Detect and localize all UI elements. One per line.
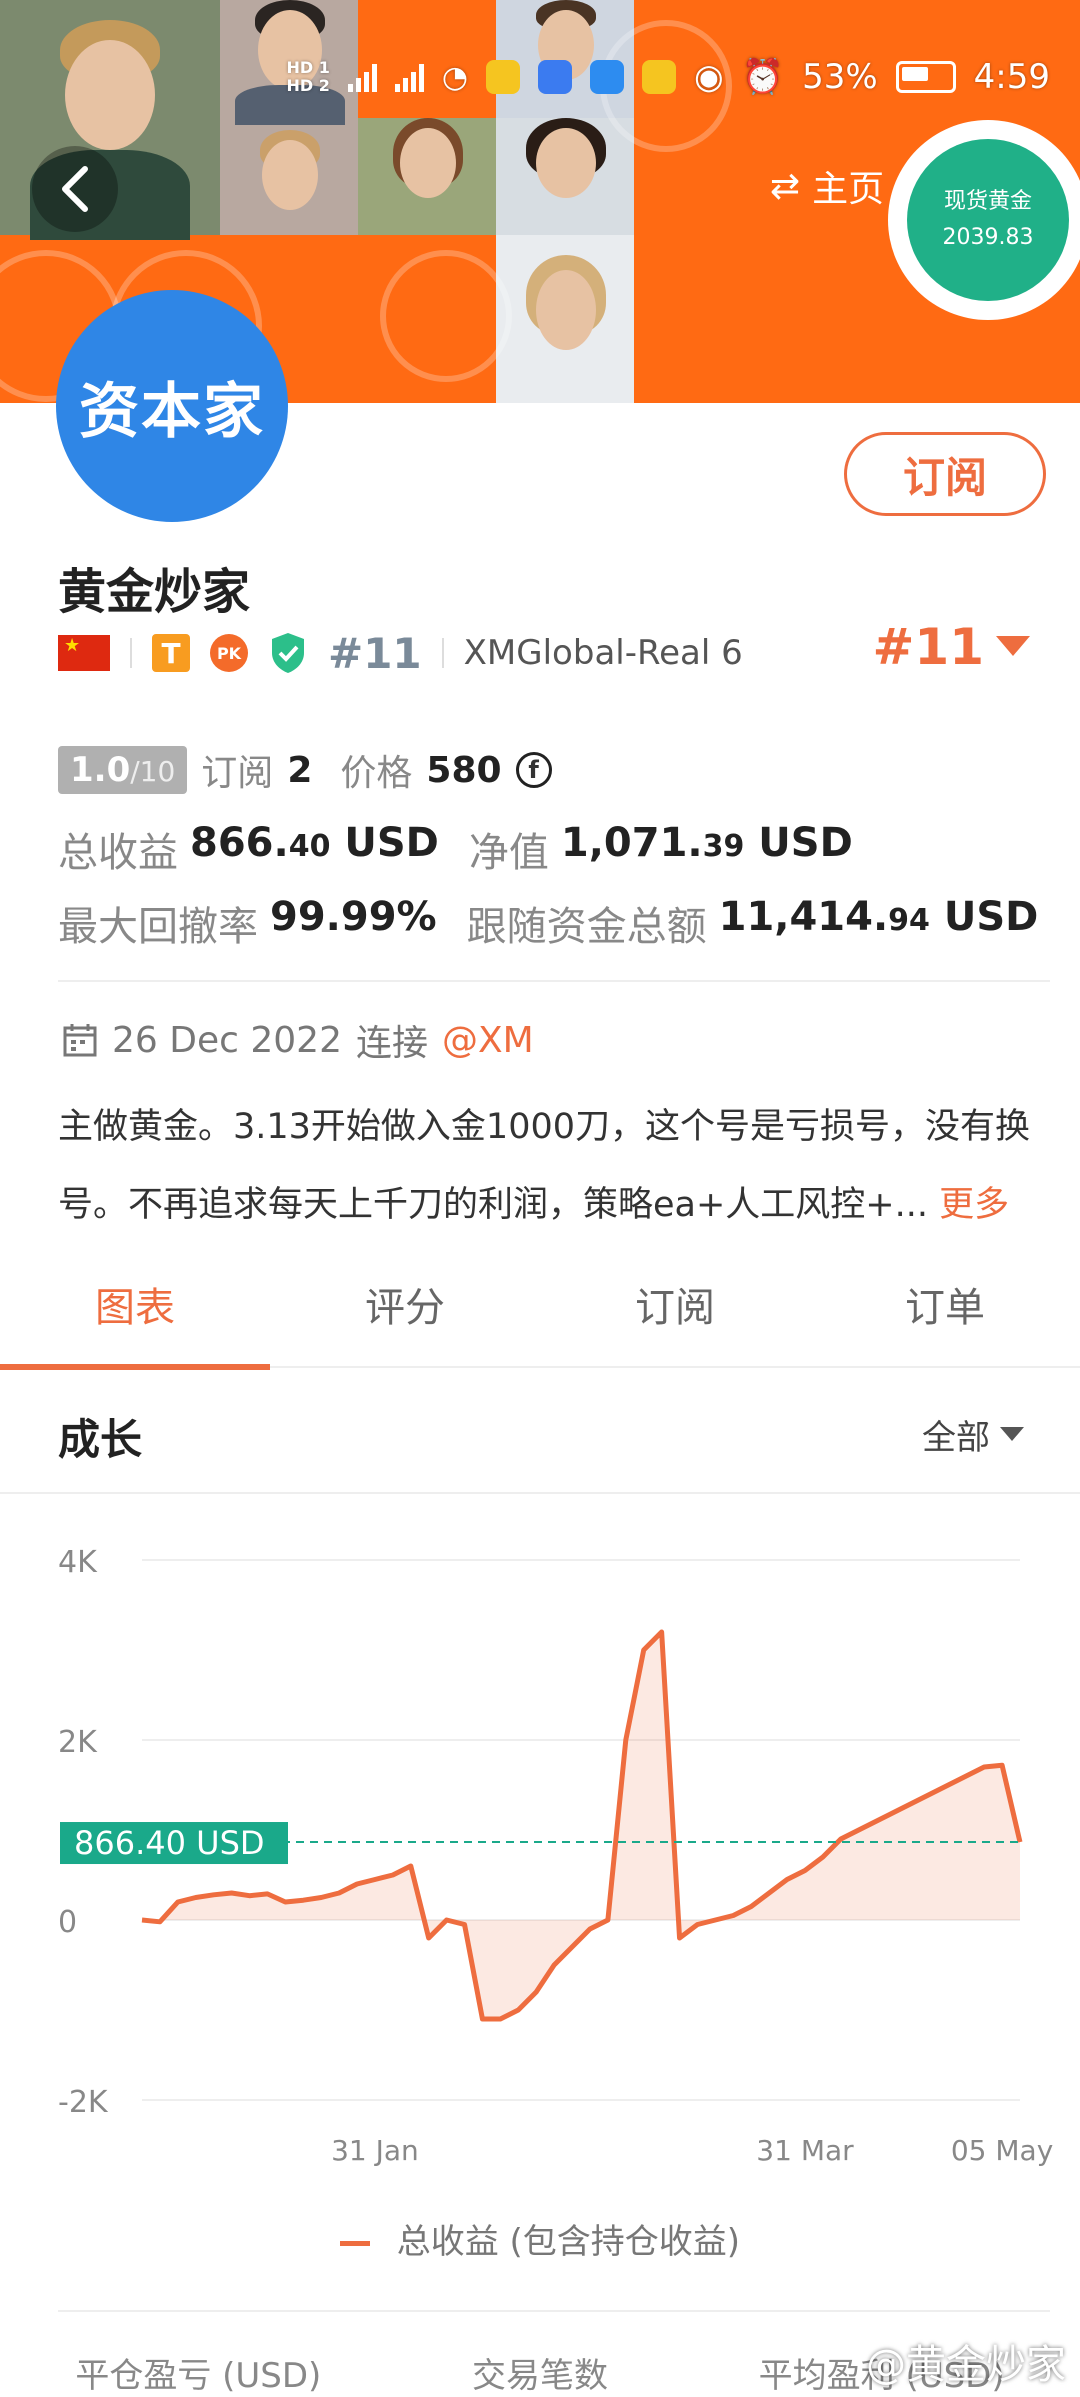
gold-badge-title: 现货黄金 <box>943 189 1032 214</box>
equity-value: 1,071.39 USD <box>560 820 853 866</box>
verified-shield-icon <box>272 633 304 673</box>
rank-right-value: #11 <box>872 618 984 676</box>
tab-chart[interactable]: 图表 <box>0 1262 270 1370</box>
avatar[interactable]: 资本家 <box>56 290 288 522</box>
score-badge: 1.0/10 <box>58 746 188 794</box>
profile-name: 黄金炒家 <box>58 564 251 620</box>
grid-app-icon <box>590 60 625 94</box>
hd-indicator: HD 1 HD 2 <box>286 58 330 95</box>
wifi-icon: ◔ <box>441 59 469 95</box>
broker-link[interactable]: @XM <box>442 1020 534 1061</box>
follow-funds-label: 跟随资金总额 <box>466 904 707 950</box>
subscribe-button[interactable]: 订阅 <box>844 432 1046 516</box>
legend-label: 总收益 (包含持仓收益) <box>396 2222 741 2262</box>
price-value: 580 <box>426 749 502 791</box>
home-link[interactable]: ⇄ 主页 <box>770 160 884 212</box>
y-tick-label: 0 <box>58 1905 77 1940</box>
total-profit-label: 总收益 <box>58 830 178 876</box>
battery-percent: 53% <box>802 57 878 97</box>
weibo-icon <box>486 60 521 94</box>
gold-badge-price: 2039.83 <box>942 225 1034 250</box>
joined-date: 26 Dec 2022 <box>112 1019 342 1061</box>
x-tick-label: 31 Jan <box>331 2134 419 2167</box>
growth-filter-dropdown[interactable]: 全部 <box>922 1410 1024 1459</box>
china-flag-icon <box>58 635 110 671</box>
eye-icon: ◉ <box>694 57 724 97</box>
description-text: 主做黄金。3.13开始做入金1000刀，这个号是亏损号，没有换号。不再追求每天上… <box>58 1107 1031 1225</box>
y-tick-label: 2K <box>58 1725 98 1760</box>
tab-rating[interactable]: 评分 <box>270 1262 540 1366</box>
x-tick-label: 31 Mar <box>756 2134 854 2167</box>
max-drawdown-value: 99.99% <box>270 894 437 940</box>
calendar-icon <box>63 1024 97 1057</box>
caret-down-icon <box>1000 1426 1024 1441</box>
description: 主做黄金。3.13开始做入金1000刀，这个号是亏损号，没有换号。不再追求每天上… <box>58 1088 1048 1244</box>
banner-photo-5 <box>496 118 634 235</box>
max-drawdown-label: 最大回撤率 <box>58 904 258 950</box>
profile-tags: T PK #11 XMGlobal-Real 6 <box>58 628 743 678</box>
equity-label: 净值 <box>468 830 549 876</box>
gold-price-badge[interactable]: 现货黄金 2039.83 <box>888 120 1080 320</box>
caret-down-icon <box>996 636 1030 656</box>
battery-icon <box>895 61 956 93</box>
app-notification-icon <box>538 60 573 94</box>
price-label: 价格 <box>340 753 413 794</box>
total-profit-value: 866.40 USD <box>190 820 439 866</box>
clock: 4:59 <box>973 57 1050 97</box>
score-row: 1.0/10 订阅 2 价格 580 f <box>58 744 552 796</box>
tab-orders[interactable]: 订单 <box>810 1262 1080 1366</box>
trade-count-label: 交易笔数 <box>471 2356 608 2396</box>
subscriptions-label: 订阅 <box>201 753 274 794</box>
pk-flame-icon: PK <box>210 634 248 672</box>
banner-photo-6 <box>496 235 634 403</box>
y-tick-label: 4K <box>58 1545 98 1580</box>
banner-photo-3 <box>358 118 496 235</box>
coin-icon: f <box>515 752 552 788</box>
closed-pnl-label: 平仓盈亏 (USD) <box>75 2356 322 2396</box>
growth-title: 成长 <box>58 1415 143 1464</box>
y-tick-label: -2K <box>58 2085 109 2120</box>
growth-filter-label: 全部 <box>922 1418 990 1458</box>
tab-subscribe[interactable]: 订阅 <box>540 1262 810 1366</box>
tab-bar: 图表 评分 订阅 订单 <box>0 1262 1080 1370</box>
home-label: 主页 <box>812 169 885 210</box>
avatar-text: 资本家 <box>79 376 265 447</box>
signal-icon <box>347 62 377 92</box>
drawdown-row: 最大回撤率 99.99% 跟随资金总额 11,414.94 USD <box>58 894 1038 952</box>
alarm-icon: ⏰ <box>741 57 785 97</box>
rank-dropdown[interactable]: #11 <box>873 618 1030 676</box>
joined-label: 连接 <box>355 1023 428 1064</box>
growth-chart[interactable]: 4K 2K 0 -2K 866.40 USD 31 Jan 31 Mar 05 May <box>0 1500 1080 2200</box>
chevron-left-icon <box>62 166 88 212</box>
subscriptions-value: 2 <box>287 749 313 791</box>
joined-row: 26 Dec 2022 连接 @XM <box>62 1014 534 1066</box>
back-button[interactable] <box>32 146 118 232</box>
legend-swatch <box>339 2241 370 2246</box>
tier-badge: T <box>152 634 190 672</box>
more-link[interactable]: 更多 <box>939 1185 1009 1225</box>
x-tick-label: 05 May <box>951 2134 1053 2167</box>
chart-legend: 总收益 (包含持仓收益) <box>0 2214 1080 2263</box>
weibo-icon-2 <box>642 60 677 94</box>
rank-text: #11 <box>328 628 422 678</box>
follow-funds-value: 11,414.94 USD <box>718 894 1039 940</box>
status-bar: HD 1 HD 2 ◔ ◉ ⏰ 53% 4:59 <box>280 52 1050 102</box>
swap-icon: ⇄ <box>770 165 801 207</box>
banner-photo-2 <box>220 0 358 235</box>
profit-row: 总收益 866.40 USD 净值 1,071.39 USD <box>58 820 853 878</box>
reference-label: 866.40 USD <box>74 1824 265 1862</box>
watermark: @黄金炒家 <box>866 2342 1066 2388</box>
broker-name: XMGlobal-Real 6 <box>463 633 743 673</box>
signal-icon-2 <box>394 62 424 92</box>
